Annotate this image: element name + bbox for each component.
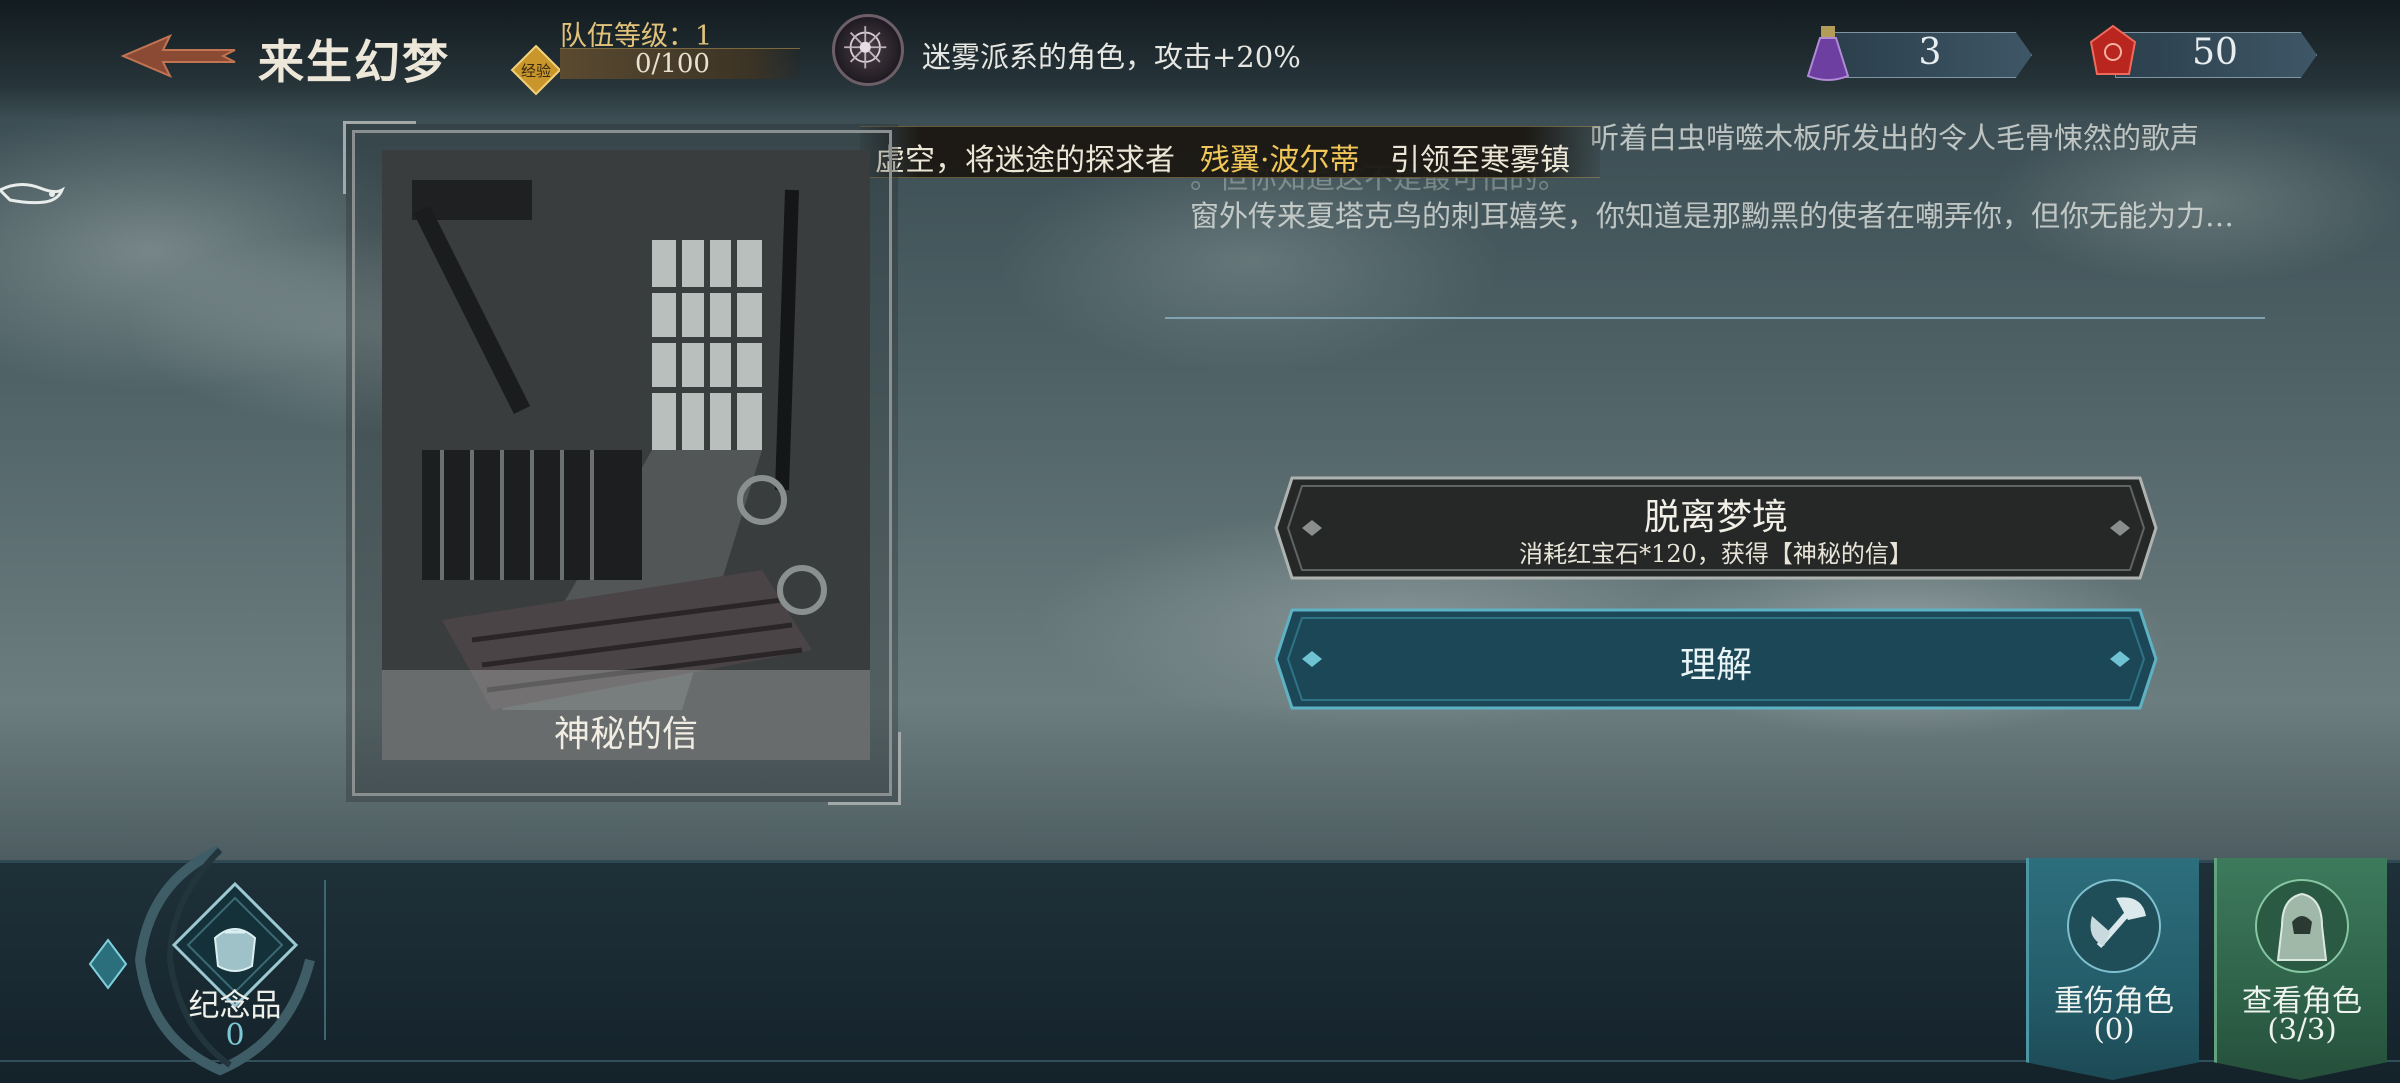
injured-characters-button[interactable]: 重伤角色 (0)	[2026, 858, 2199, 1080]
story-line-1: 听着白虫啃噬木板所发出的令人毛骨悚然的歌声	[1590, 121, 2200, 155]
choice-leave-dream-title: 脱离梦境	[1643, 497, 1788, 538]
choice-understand-title: 理解	[1679, 645, 1752, 686]
event-card-illustration	[382, 150, 870, 760]
ruby-currency[interactable]: 50	[2085, 24, 2317, 78]
event-card-title: 神秘的信	[553, 714, 698, 755]
potion-icon	[1806, 26, 1850, 81]
faction-buff-text: 迷雾派系的角色，攻击+20%	[922, 40, 1301, 74]
story-divider	[1165, 317, 2265, 319]
potion-currency[interactable]: 3	[1800, 26, 2032, 81]
hooded-figure-icon	[2255, 879, 2349, 973]
ruby-count: 50	[2192, 32, 2238, 73]
page-title: 来生幻梦	[258, 35, 450, 89]
memento-gem-icon	[88, 938, 128, 990]
banner-text-post: 引领至寒雾镇	[1390, 143, 1570, 178]
memento-count: 0	[225, 1018, 245, 1053]
injured-characters-count: (0)	[2093, 1012, 2135, 1046]
exp-badge-label: 经验	[521, 62, 551, 80]
exp-progress-text: 0/100	[635, 49, 710, 79]
choice-leave-dream-button[interactable]: 脱离梦境 消耗红宝石*120，获得【神秘的信】	[1272, 474, 2160, 582]
view-characters-count: (3/3)	[2267, 1012, 2337, 1046]
crow-ornament-icon	[0, 183, 65, 205]
choice-leave-dream-cost: 消耗红宝石*120，获得【神秘的信】	[1519, 540, 1913, 568]
view-characters-button[interactable]: 查看角色 (3/3)	[2214, 858, 2387, 1080]
choice-understand-button[interactable]: 理解	[1272, 606, 2160, 712]
story-line-3: 窗外传来夏塔克鸟的刺耳嬉笑，你知道是那黝黑的使者在嘲弄你，但你无能为力…	[1190, 199, 2235, 233]
exp-badge-icon: 经验	[510, 44, 562, 96]
potion-count: 3	[1918, 32, 1942, 73]
banner-text-pre: 虚空，将迷途的探求者	[875, 143, 1175, 178]
banner-character-name: 残翼·波尔蒂	[1200, 143, 1360, 178]
mist-faction-icon[interactable]	[832, 14, 904, 86]
back-arrow-icon[interactable]	[115, 30, 240, 82]
ruby-icon	[2089, 24, 2137, 75]
story-banner: 虚空，将迷途的探求者 残翼·波尔蒂 引领至寒雾镇	[860, 126, 1600, 178]
axe-icon	[2067, 879, 2161, 973]
